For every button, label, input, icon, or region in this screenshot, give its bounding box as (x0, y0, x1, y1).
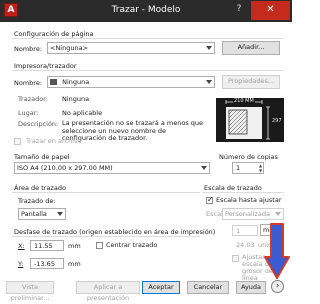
offset-y-input[interactable]: -13.65 (30, 258, 64, 269)
close-button[interactable]: ✕ (251, 1, 290, 20)
paper-size-select[interactable]: ISO A4 (210.00 x 297.00 MM) (14, 162, 210, 174)
copies-title: Número de copias (219, 153, 278, 161)
page-setup-name-label: Nombre: (14, 45, 43, 53)
plot-to-file-label: Trazar en archivo (26, 137, 82, 145)
offset-divider (12, 236, 200, 237)
plot-scale-title: Escala de trazado (204, 184, 262, 192)
copies-stepper-icon[interactable]: ▲ ▼ (258, 163, 263, 173)
expand-options-button[interactable]: › (271, 280, 284, 293)
printer-name-select[interactable]: Ninguna (47, 76, 215, 88)
scale-lineweights-checkbox[interactable] (232, 255, 239, 262)
center-plot-checkbox[interactable] (96, 242, 103, 249)
paper-preview: 210 MM 297 (216, 98, 284, 142)
scale-value1-input[interactable]: 1 (232, 225, 258, 236)
properties-button[interactable]: Propiedades... (222, 75, 280, 89)
printer-divider (12, 70, 284, 71)
chevron-down-icon (201, 166, 207, 170)
page-setup-name-value: <Ninguna> (50, 44, 89, 52)
printer-name-label: Nombre: (14, 79, 43, 87)
printer-title: Impresora/trazador (14, 62, 77, 70)
center-plot-label: Centrar trazado (106, 241, 158, 249)
offset-y-value: -13.65 (34, 260, 55, 268)
help-icon[interactable]: ? (232, 4, 246, 17)
chevron-down-icon (57, 212, 63, 216)
offset-x-label: X: (18, 242, 25, 250)
add-button[interactable]: Añadir... (222, 41, 280, 55)
help-button[interactable]: Ayuda (236, 281, 266, 294)
plot-area-value: Pantalla (21, 210, 47, 218)
page-setup-name-select[interactable]: <Ninguna> (47, 42, 215, 54)
scale-select[interactable]: Personalizada (222, 208, 284, 220)
page-setup-divider (12, 38, 284, 39)
preview-height-label: 297 (272, 118, 282, 124)
offset-y-label: Y: (18, 260, 24, 268)
title-bar: A Trazar - Modelo ? ✕ (0, 0, 292, 22)
scale-value: Personalizada (225, 210, 270, 218)
annotation-arrow-icon (264, 223, 290, 279)
paper-size-title: Tamaño de papel (14, 153, 70, 161)
page-setup-title: Configuración de página (14, 30, 94, 38)
chevron-down-icon (275, 212, 281, 216)
plot-to-file-checkbox[interactable] (14, 138, 21, 145)
chevron-down-icon (206, 80, 212, 84)
chevron-down-icon (206, 46, 212, 50)
offset-title: Desfase de trazado (origen establecido e… (14, 228, 216, 236)
scale-value2: 24.03 (236, 241, 255, 249)
cancel-button[interactable]: Cancelar (187, 281, 229, 294)
location-label: Lugar: (18, 109, 39, 117)
plot-area-what-label: Trazado de: (18, 197, 56, 205)
plot-area-title: Área de trazado (14, 184, 66, 192)
offset-x-unit: mm (68, 242, 81, 250)
preview-width-label: 210 MM (233, 98, 255, 104)
scale-value1: 1 (236, 227, 241, 235)
window-title: Trazar - Modelo (111, 5, 181, 15)
fit-to-paper-checkbox[interactable] (206, 195, 214, 204)
apply-to-layout-button[interactable]: Aplicar a presentación (76, 281, 140, 302)
paper-size-value: ISO A4 (210.00 x 297.00 MM) (17, 164, 113, 172)
preview-button[interactable]: Vista preliminar... (6, 281, 54, 302)
fit-to-paper-label: Escala hasta ajustar (216, 196, 282, 204)
description-value: La presentación no se trazará a menos qu… (62, 119, 204, 142)
offset-x-input[interactable]: 11.55 (30, 240, 64, 251)
plotter-value: Ninguna (62, 95, 90, 103)
plot-area-select[interactable]: Pantalla (18, 208, 66, 220)
printer-name-value: Ninguna (62, 78, 90, 86)
plot-scale-divider (202, 192, 284, 193)
description-label: Descripción: (18, 120, 59, 128)
printer-icon (50, 79, 57, 85)
copies-value: 1 (236, 164, 241, 172)
accept-button[interactable]: Aceptar (142, 281, 180, 294)
plot-area-divider (12, 192, 200, 193)
offset-y-unit: mm (68, 260, 81, 268)
location-value: No aplicable (62, 109, 103, 117)
plotter-label: Trazador: (18, 95, 48, 103)
offset-x-value: 11.55 (34, 242, 53, 250)
